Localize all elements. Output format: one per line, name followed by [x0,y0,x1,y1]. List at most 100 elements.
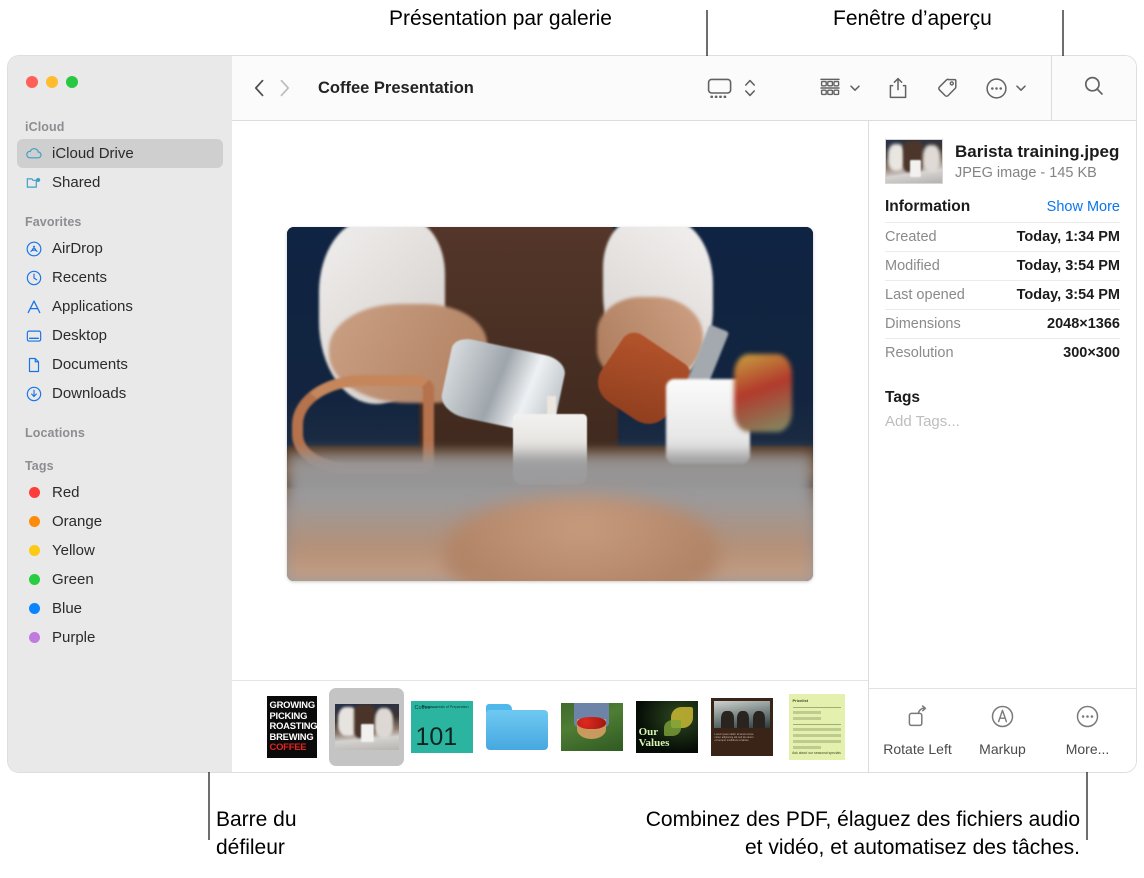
sidebar-tag-orange[interactable]: Orange [17,507,223,536]
tag-color-icon [25,629,43,647]
action-label: Markup [979,741,1026,757]
preview-pane: Barista training.jpeg JPEG image - 145 K… [868,121,1136,772]
sidebar-item-label: Purple [52,629,95,646]
sidebar-section-favorites: Favorites [8,215,232,234]
markup-button[interactable]: Markup [961,704,1045,757]
information-header: Information Show More [885,198,1120,222]
thumbnail-growing-picking-roasting-brewing-coffee: GROWING PICKING ROASTING BREWING COFFEE [267,696,317,758]
thumbnail-coffee-101: Coffee — Fundamentals of Preparation 101 [411,701,473,753]
window-title: Coffee Presentation [318,79,474,98]
view-stepper-icon[interactable] [744,76,756,100]
markup-icon [990,704,1015,734]
thumbnail-barista-training [335,704,399,750]
sidebar-item-label: Red [52,484,80,501]
chevron-down-icon[interactable] [1015,82,1027,94]
minimize-button[interactable] [46,76,58,88]
sidebar-item-icloud-drive[interactable]: iCloud Drive [17,139,223,168]
callout-preview-pane: Fenêtre d’aperçu [833,5,992,33]
search-icon[interactable] [1082,74,1106,103]
more-circle-icon[interactable] [985,77,1008,100]
sidebar-item-desktop[interactable]: Desktop [17,321,223,350]
sidebar-section-icloud: iCloud [8,120,232,139]
sidebar-item-documents[interactable]: Documents [17,350,223,379]
content-area: Coffee Presentation [232,56,1136,772]
group-by-control[interactable] [818,76,861,100]
rotate-left-icon [905,705,931,734]
search-field[interactable] [1051,56,1136,120]
toolbar: Coffee Presentation [232,56,1136,121]
rotate-left-button[interactable]: Rotate Left [876,705,960,757]
thumbnail-item[interactable]: Coffee — Fundamentals of Preparation 101 [404,688,479,766]
chevron-down-icon[interactable] [849,82,861,94]
info-value: Today, 1:34 PM [1017,229,1120,245]
information-section: Information Show More Created Today, 1:3… [869,198,1136,430]
sidebar-item-shared[interactable]: Shared [17,168,223,197]
sidebar-tag-red[interactable]: Red [17,478,223,507]
file-name: Barista training.jpeg [955,142,1119,162]
sidebar-item-label: AirDrop [52,240,103,257]
info-key: Created [885,229,937,245]
thumbnail-item-selected[interactable] [329,688,404,766]
info-value: 2048×1366 [1047,316,1120,332]
back-icon[interactable] [254,79,265,97]
leader-line-quick-actions [1086,762,1088,840]
tag-color-icon [25,600,43,618]
shared-folder-icon [25,174,43,192]
callout-scrollbar: Barre du défileur [216,806,297,861]
thumbnail-item[interactable]: Our Values [629,688,704,766]
info-row-dimensions: Dimensions 2048×1366 [885,309,1120,338]
forward-icon[interactable] [279,79,290,97]
info-key: Resolution [885,345,954,361]
thumb-sublabel: Fundamentals of Preparation [422,705,468,709]
gallery-view-icon[interactable] [707,76,733,100]
info-row-resolution: Resolution 300×300 [885,338,1120,367]
tag-color-icon [25,571,43,589]
thumbnail-strip[interactable]: GROWING PICKING ROASTING BREWING COFFEE [232,680,868,772]
view-controls [707,76,756,100]
sidebar-item-downloads[interactable]: Downloads [17,379,223,408]
thumb-accent-line: COFFEE [270,742,314,753]
preview-image-barista-training[interactable] [287,227,813,581]
thumbnail-item[interactable] [554,688,629,766]
more-circle-icon [1075,704,1100,734]
document-icon [25,356,43,374]
sidebar-tag-purple[interactable]: Purple [17,623,223,652]
close-button[interactable] [26,76,38,88]
quick-actions-bar: Rotate Left Markup [869,688,1136,772]
more-button[interactable]: More... [1046,704,1130,757]
tags-section-title: Tags [885,389,1120,407]
info-row-modified: Modified Today, 3:54 PM [885,251,1120,280]
sidebar-tag-green[interactable]: Green [17,565,223,594]
clock-icon [25,269,43,287]
desktop-icon [25,327,43,345]
share-icon[interactable] [887,76,909,100]
tags-icon[interactable] [935,76,959,100]
add-tags-field[interactable]: Add Tags... [885,413,1120,430]
info-value: Today, 3:54 PM [1017,287,1120,303]
thumbnail-pricelist: Pricelist Ask about our seasonal special… [789,694,845,760]
downloads-icon [25,385,43,403]
group-items-icon[interactable] [818,76,842,100]
airdrop-icon [25,240,43,258]
thumbnail-item[interactable]: Lorem ipsum dolor sit amet consectetur a… [704,688,779,766]
thumbnail-item[interactable] [479,688,554,766]
zoom-button[interactable] [66,76,78,88]
sidebar-item-label: Yellow [52,542,95,559]
tag-color-icon [25,484,43,502]
thumbnail-item[interactable]: Pricelist Ask about our seasonal special… [779,688,854,766]
sidebar-item-applications[interactable]: Applications [17,292,223,321]
sidebar-item-label: Downloads [52,385,126,402]
sidebar-item-label: Orange [52,513,102,530]
sidebar-tag-blue[interactable]: Blue [17,594,223,623]
sidebar-item-recents[interactable]: Recents [17,263,223,292]
thumb-footer: Ask about our seasonal specials [789,751,845,755]
more-actions-control[interactable] [985,77,1027,100]
cloud-icon [25,145,43,163]
sidebar-tag-yellow[interactable]: Yellow [17,536,223,565]
sidebar-item-airdrop[interactable]: AirDrop [17,234,223,263]
thumbnail-item[interactable]: GROWING PICKING ROASTING BREWING COFFEE [254,688,329,766]
sidebar-item-label: Applications [52,298,133,315]
callout-gallery-view: Présentation par galerie [389,5,612,33]
sidebar-item-label: Shared [52,174,100,191]
show-more-link[interactable]: Show More [1047,199,1120,215]
